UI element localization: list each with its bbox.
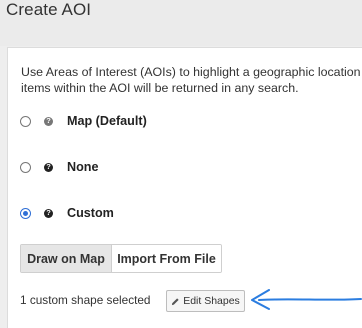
import-from-file-button[interactable]: Import From File (112, 245, 221, 272)
description-line-1: Use Areas of Interest (AOIs) to highligh… (21, 65, 362, 79)
option-none[interactable]: ? None (20, 157, 98, 177)
option-label-custom: Custom (67, 206, 114, 220)
annotation-arrow-icon (251, 289, 362, 310)
radio-custom[interactable] (20, 207, 31, 219)
aoi-mode-toggle: Draw on Map Import From File (20, 244, 222, 273)
edit-shapes-label: Edit Shapes (183, 295, 240, 307)
option-map-default[interactable]: ? Map (Default) (20, 111, 147, 131)
help-icon[interactable]: ? (44, 208, 53, 218)
option-label-map-default: Map (Default) (67, 114, 147, 128)
draw-on-map-button[interactable]: Draw on Map (21, 245, 112, 272)
radio-map-default[interactable] (20, 115, 31, 127)
help-icon[interactable]: ? (44, 162, 53, 172)
edit-shapes-button[interactable]: Edit Shapes (166, 290, 245, 312)
shape-status-text: 1 custom shape selected (20, 293, 151, 307)
header-bar: Create AOI (0, 0, 362, 46)
pencil-icon (172, 297, 179, 305)
help-icon[interactable]: ? (44, 116, 53, 126)
page-title: Create AOI (6, 0, 92, 19)
aoi-description: Use Areas of Interest (AOIs) to highligh… (21, 64, 362, 96)
option-label-none: None (67, 160, 99, 174)
radio-none[interactable] (20, 161, 31, 173)
description-line-2: items within the AOI will be returned in… (21, 81, 299, 95)
option-custom[interactable]: ? Custom (20, 203, 114, 223)
